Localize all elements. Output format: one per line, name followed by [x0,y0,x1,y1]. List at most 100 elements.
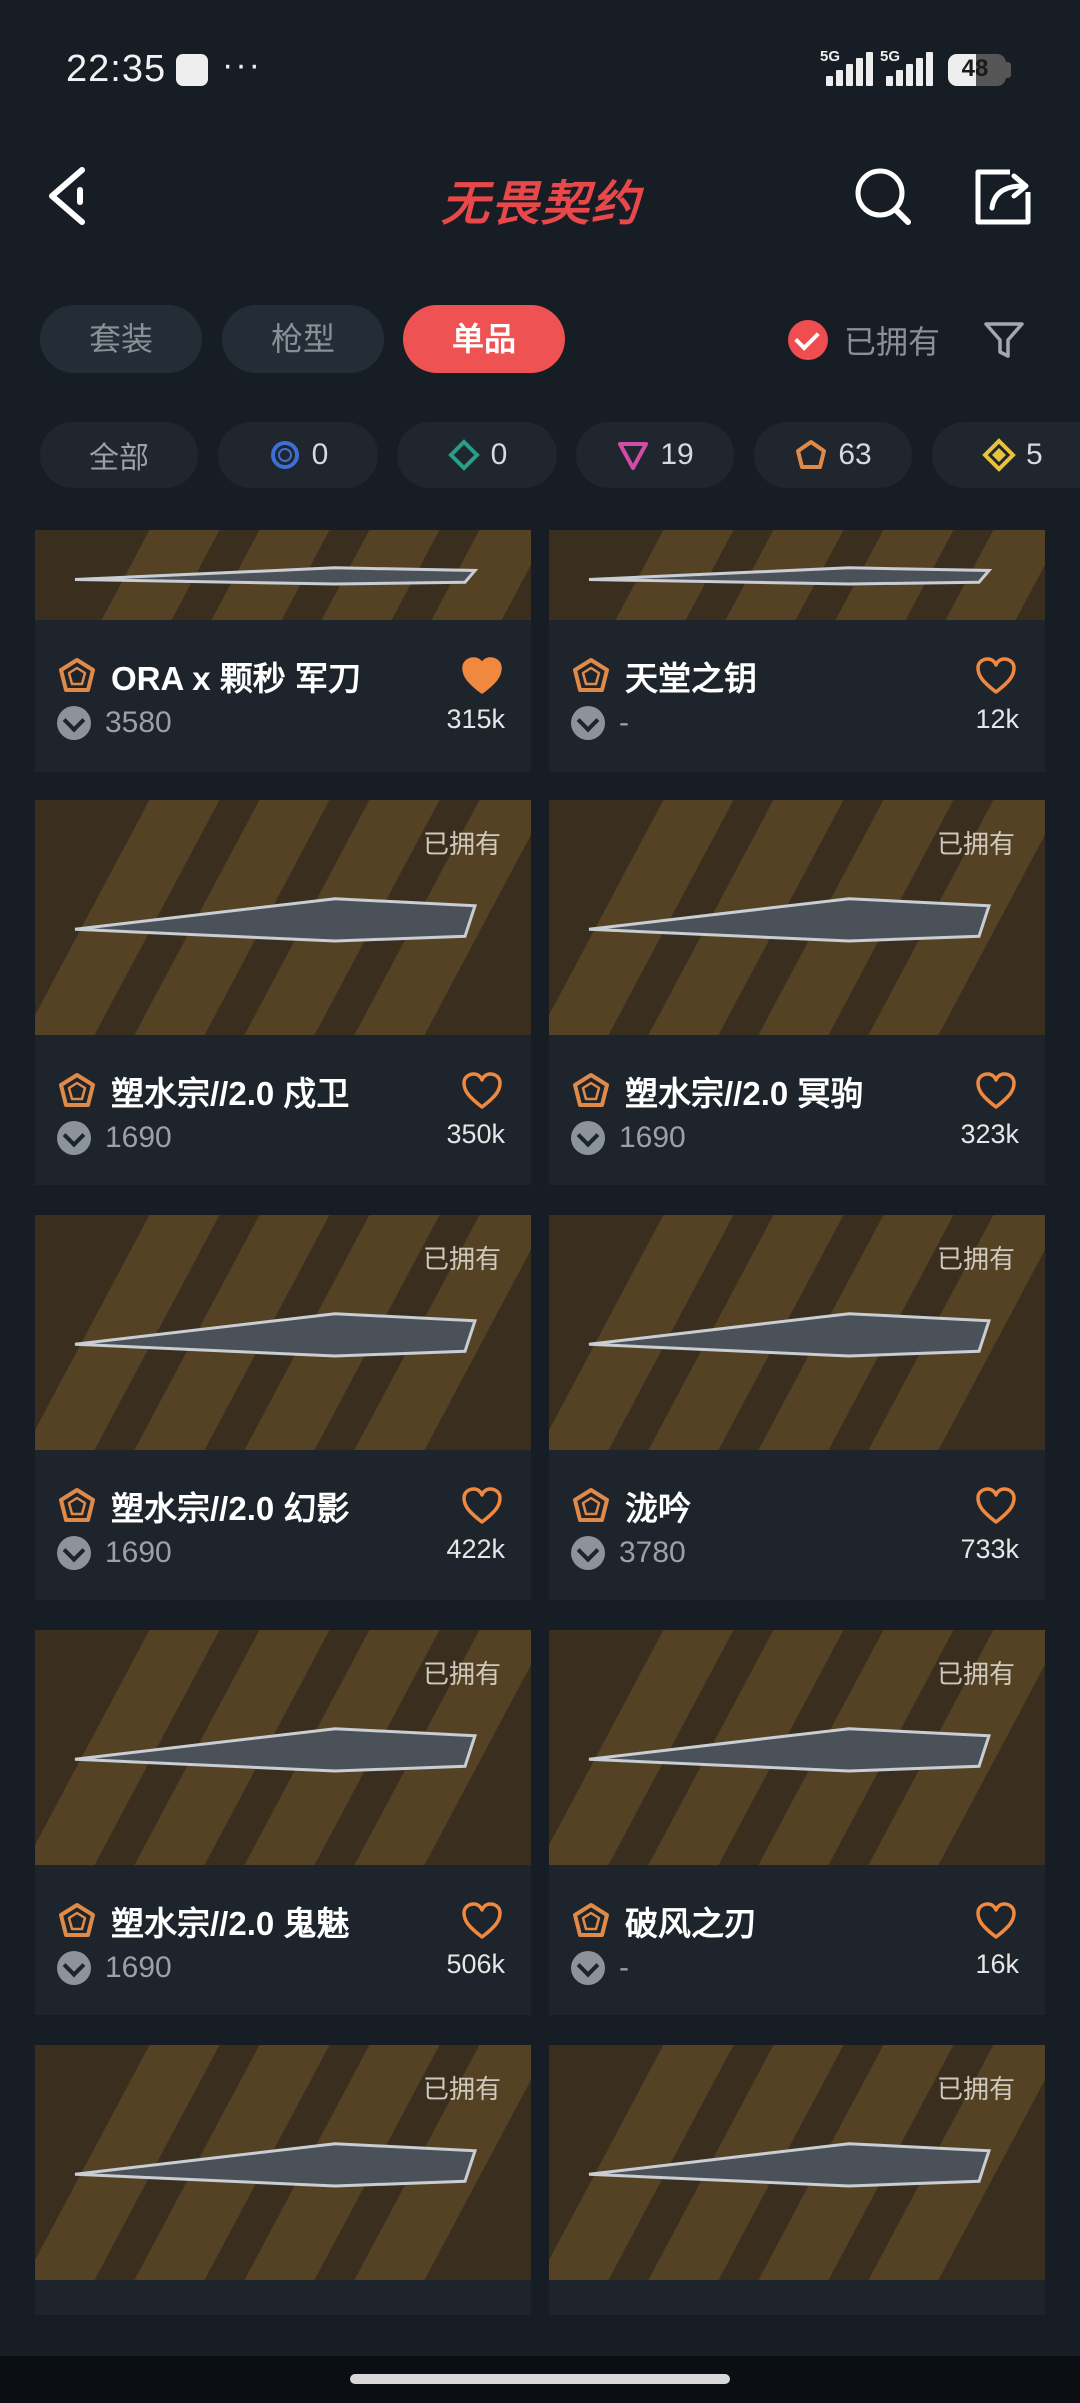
price-row: 1690 [571,1121,686,1155]
skin-card[interactable]: 已拥有塑水宗//2.0 冥驹 1690 323k [549,800,1045,1185]
skin-image: 已拥有 [35,1630,531,1865]
price-row: 1690 [57,1121,172,1155]
heart-icon [462,1902,502,1939]
owned-tag: 已拥有 [422,1659,501,1689]
skin-name-row: 塑水宗//2.0 冥驹 [571,1067,863,1115]
brand-logo: 无畏契约 [440,178,641,231]
filter-button[interactable] [982,318,1026,362]
search-button[interactable] [852,164,916,228]
chip-count: 0 [490,438,508,471]
chip-deluxe-tier[interactable]: 0 [397,422,557,488]
price-row: 3580 [57,706,172,740]
favorite-button[interactable] [975,1901,1017,1941]
tab-bundles[interactable]: 套装 [40,305,202,373]
app-notification-icon [176,54,208,86]
skin-name: 天堂之钥 [625,660,757,697]
chip-select-tier[interactable]: 0 [218,422,378,488]
skin-name: ORA x 颗秒 军刀 [111,660,361,697]
skin-card[interactable]: 已拥有塑水宗//2.0 鬼魅 1690 506k [35,1630,531,2015]
skin-card[interactable]: 天堂之钥 - 12k [549,530,1045,772]
price-row: - [571,1951,629,1985]
valorant-points-icon [57,1536,91,1570]
favorite-button[interactable] [975,1486,1017,1526]
skin-card[interactable]: 已拥有破风之刃 - 16k [549,1630,1045,2015]
chip-label: 全部 [89,442,149,475]
skin-name: 塑水宗//2.0 戍卫 [111,1075,350,1112]
signal-5g-icon: 5G [880,48,944,88]
like-count: 422k [446,1534,505,1564]
favorite-button[interactable] [975,656,1017,696]
owned-filter-label: 已拥有 [844,324,941,360]
like-count: 315k [446,704,505,734]
skin-card[interactable]: 已拥有 [35,2045,531,2315]
select-tier-icon [270,441,299,469]
chip-exclusive-tier[interactable]: 5 [932,422,1080,488]
share-button[interactable] [970,164,1034,228]
weapon-icon [588,566,993,586]
skin-card[interactable]: 已拥有 [549,2045,1045,2315]
valorant-points-icon [57,1121,91,1155]
chip-count: 19 [660,438,694,471]
heart-icon [976,657,1016,694]
skin-name-row: 天堂之钥 [571,652,757,700]
skin-name-row: 破风之刃 [571,1897,757,1945]
skin-card[interactable]: 已拥有塑水宗//2.0 戍卫 1690 350k [35,800,531,1185]
exclusive-tier-icon [982,438,1016,472]
ultra-tier-icon [573,1903,609,1937]
like-count: 506k [446,1949,505,1979]
home-indicator[interactable] [350,2374,730,2384]
skin-name-row: ORA x 颗秒 军刀 [57,652,361,700]
like-count: 323k [960,1119,1019,1149]
skin-card[interactable]: 已拥有 塑水宗//2.0 幻影 1690 422k [35,1215,531,1600]
back-button[interactable] [40,160,100,232]
skin-price: 1690 [105,1951,172,1984]
tab-single-items[interactable]: 单品 [403,305,565,373]
favorite-button[interactable] [461,1071,503,1111]
skin-card[interactable]: ORA x 颗秒 军刀 3580 315k [35,530,531,772]
like-count: 350k [446,1119,505,1149]
owned-filter-toggle[interactable]: 已拥有 [788,312,940,368]
skin-card[interactable]: 已拥有 泷吟 3780 733k [549,1215,1045,1600]
valorant-points-icon [571,1951,605,1985]
skin-name: 破风之刃 [625,1905,757,1942]
ultra-tier-icon [796,440,827,469]
skin-name: 泷吟 [625,1490,691,1527]
favorite-button[interactable] [461,1901,503,1941]
chip-premium-tier[interactable]: 19 [576,422,734,488]
search-icon [855,168,911,225]
more-notifications-icon: ··· [222,46,262,84]
price-row: - [571,706,629,740]
heart-icon [462,657,502,694]
tab-weapon-types[interactable]: 枪型 [222,305,384,373]
like-count: 16k [975,1949,1019,1979]
skin-price: - [619,706,629,739]
owned-tag: 已拥有 [936,1659,1015,1689]
chip-all[interactable]: 全部 [40,422,198,488]
ultra-tier-icon [573,1073,609,1107]
skin-image: 已拥有 [549,1215,1045,1450]
skin-price: 3780 [619,1536,686,1569]
heart-icon [462,1487,502,1524]
owned-tag: 已拥有 [422,829,501,859]
chip-ultra-tier[interactable]: 63 [754,422,912,488]
price-row: 3780 [571,1536,686,1570]
chip-count: 5 [1026,438,1043,471]
like-count: 12k [975,704,1019,734]
heart-icon [976,1902,1016,1939]
checkmark-icon [788,320,828,360]
share-icon [975,169,1031,225]
owned-tag: 已拥有 [422,1244,501,1274]
valorant-points-icon [571,1121,605,1155]
skin-name-row: 塑水宗//2.0 鬼魅 [57,1897,349,1945]
ultra-tier-icon [59,1073,95,1107]
chip-count: 63 [838,438,872,471]
favorite-button[interactable] [975,1071,1017,1111]
ultra-tier-icon [573,1488,609,1522]
owned-tag: 已拥有 [936,829,1015,859]
skin-image: 已拥有 [35,800,531,1035]
ultra-tier-icon [573,658,609,692]
favorite-button[interactable] [461,1486,503,1526]
valorant-points-icon [571,706,605,740]
owned-tag: 已拥有 [422,2074,501,2104]
favorite-button[interactable] [461,656,503,696]
